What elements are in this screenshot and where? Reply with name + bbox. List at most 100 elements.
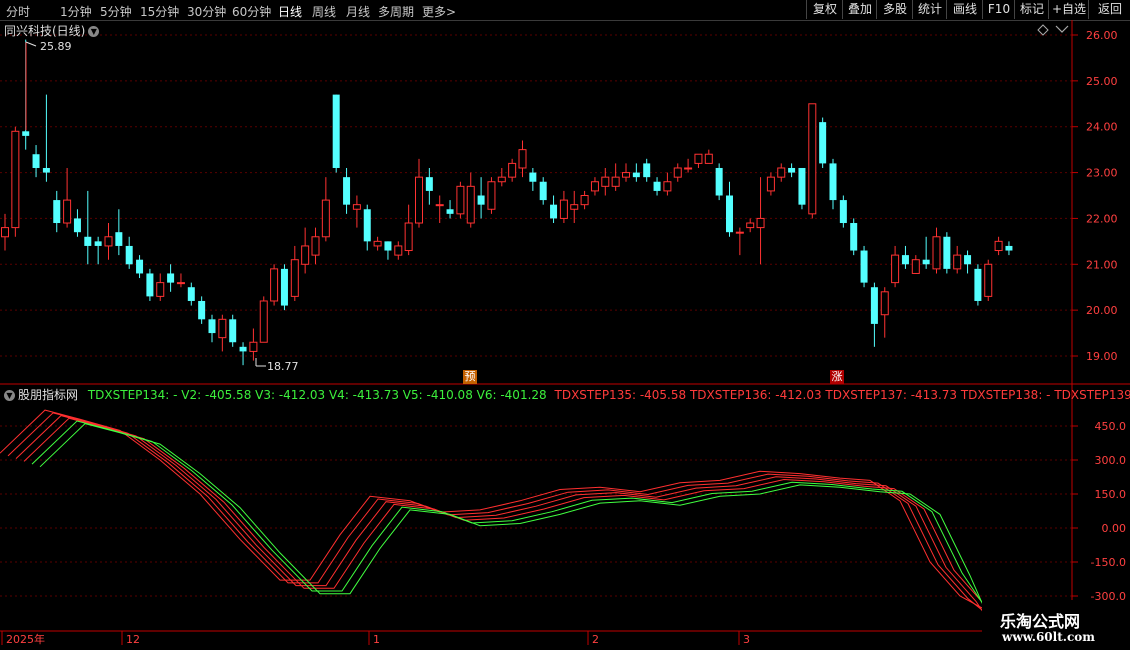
candle-body-down (229, 319, 237, 343)
candle-body-up (497, 176, 506, 183)
candle-body-up (735, 231, 744, 234)
candle-body-up (622, 172, 630, 178)
candle-body-up (301, 245, 310, 265)
candle-body-down (829, 163, 837, 201)
candle-body-up (694, 153, 703, 164)
indicator-tick-label: 150.0 (1095, 488, 1127, 501)
chart-canvas[interactable]: 26.0025.0024.0023.0022.0021.0020.0019.00… (0, 0, 1130, 650)
indicator-axis: 450.0300.0150.00.00-150.0-300.0 (1072, 420, 1126, 603)
price-tick-label: 23.00 (1086, 167, 1118, 180)
candle-body-down (964, 255, 972, 265)
candle-body-up (394, 245, 403, 256)
candle-body-up (984, 263, 993, 297)
candle-body-up (270, 268, 279, 302)
low-marker: 18.77 (255, 358, 299, 373)
candle-body-down (343, 177, 351, 205)
candle-body-up (259, 300, 268, 343)
candle-body-down (715, 167, 723, 196)
candle-body-up (373, 240, 382, 247)
indicator-values-1: TDXSTEP134: - V2: -405.58 V3: -412.03 V4… (87, 388, 547, 402)
candle-body-up (518, 149, 527, 169)
indicator-lines (0, 409, 986, 624)
candle-body-up (777, 167, 786, 178)
candle-body-down (477, 195, 485, 205)
stock-title-text: 同兴科技(日线) (4, 24, 86, 38)
date-tick-label: 2025年 (6, 632, 45, 646)
candle-body-down (632, 172, 640, 178)
candle-body-down (187, 287, 195, 301)
candle-body-up (953, 254, 962, 270)
price-tick-label: 25.00 (1086, 75, 1118, 88)
candle-body-up (487, 181, 496, 210)
forecast-badge[interactable]: 预 (463, 370, 477, 384)
candle-body-up (63, 199, 72, 224)
candle-body-up (766, 176, 775, 192)
indicator-dropdown-icon[interactable]: ▼ (4, 390, 15, 401)
indicator-values-2: TDXSTEP135: -405.58 TDXSTEP136: -412.03 … (554, 388, 1130, 402)
candle-body-up (466, 185, 475, 224)
candle-body-up (104, 236, 113, 247)
candle-body-down (208, 319, 216, 334)
candle-body-up (11, 130, 20, 229)
candle-body-up (415, 176, 423, 224)
candle-body-up (156, 282, 165, 297)
candle-body-up (508, 162, 517, 178)
indicator-tick-label: 450.0 (1095, 420, 1127, 433)
candle-body-up (704, 153, 713, 164)
candle-body-up (218, 318, 227, 339)
candle-body-down (280, 268, 288, 306)
date-tick-label: 3 (743, 633, 750, 646)
price-tick-label: 21.00 (1086, 258, 1118, 271)
candle-body-down (136, 259, 144, 274)
date-tick-label: 1 (373, 633, 380, 646)
price-tick-label: 20.00 (1086, 304, 1118, 317)
candle-body-down (839, 200, 847, 224)
candle-body-down (73, 218, 81, 233)
price-grid (0, 34, 1072, 357)
candle-body-down (22, 131, 30, 136)
candle-body-down (788, 167, 796, 173)
candle-body-up (994, 240, 1003, 252)
high-price-label: 25.89 (40, 40, 72, 53)
indicator-line (31, 420, 986, 621)
diamond-icon[interactable] (1037, 24, 1049, 36)
candle-body-down (850, 223, 858, 251)
candle-body-up (1, 227, 9, 238)
candle-body-down (860, 250, 868, 283)
limit-up-badge[interactable]: 涨 (830, 370, 844, 384)
candle-body-up (321, 199, 330, 238)
candle-body-up (808, 103, 817, 215)
candle-body-up (176, 282, 185, 285)
candle-body-up (590, 181, 599, 192)
candle-body-down (125, 245, 133, 265)
candle-body-up (311, 236, 320, 256)
date-axis: 2025年 12 1 2 3 (1, 631, 750, 646)
candle-body-down (239, 346, 247, 352)
indicator-name[interactable]: 股朋指标网 (18, 388, 78, 402)
candle-body-down (84, 236, 92, 246)
candle-body-down (198, 300, 206, 320)
candle-body-down (901, 255, 909, 265)
candle-body-down (384, 241, 392, 251)
candle-body-down (550, 204, 558, 219)
site-logo: 乐淘公式网 www.60lt.com (982, 600, 1130, 650)
high-marker: 25.89 (25, 40, 72, 130)
candle-body-down (922, 259, 930, 265)
candle-body-down (870, 287, 878, 324)
candle-body-up (352, 204, 361, 210)
candle-body-up (435, 204, 444, 207)
candle-body-up (249, 341, 258, 352)
price-tick-label: 26.00 (1086, 29, 1118, 42)
indicator-header: ▼ 股朋指标网 TDXSTEP134: - V2: -405.58 V3: -41… (4, 386, 1130, 403)
title-dropdown-icon[interactable]: ▼ (88, 26, 100, 37)
candle-body-down (146, 273, 154, 297)
chevron-down-icon[interactable] (1055, 25, 1069, 33)
candle-body-down (42, 167, 50, 173)
candle-body-up (611, 176, 620, 187)
candle-body-up (746, 222, 755, 229)
candle-body-down (1005, 245, 1013, 251)
candle-body-down (167, 273, 175, 283)
indicator-tick-label: 0.00 (1102, 522, 1127, 535)
price-tick-label: 19.00 (1086, 350, 1118, 363)
candle-body-down (446, 209, 454, 214)
